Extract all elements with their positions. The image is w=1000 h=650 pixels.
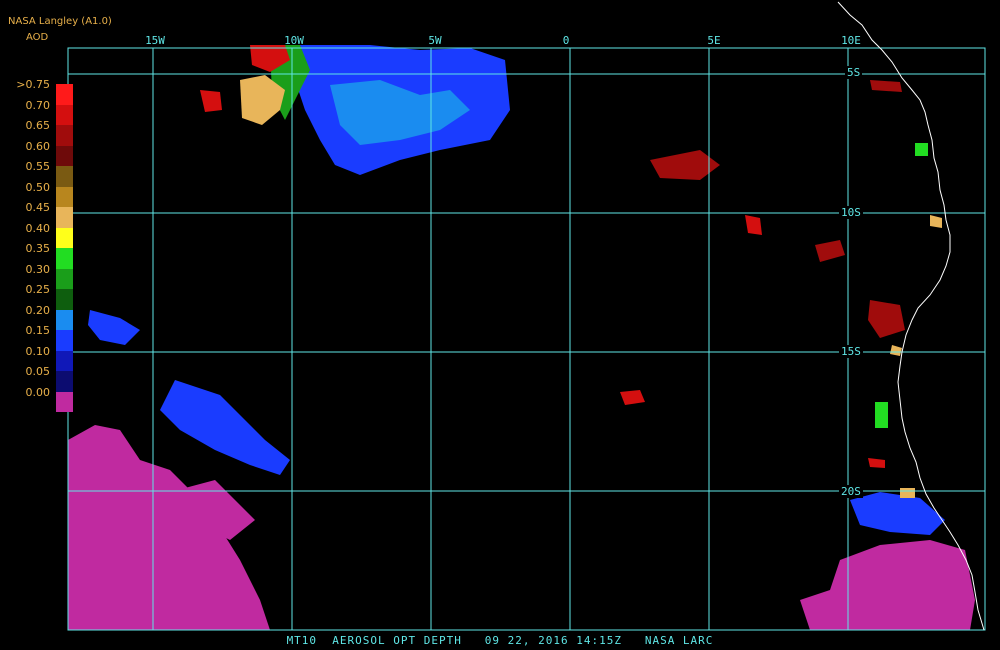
lon-label: 5E (707, 34, 721, 47)
legend-swatch (56, 84, 73, 105)
legend-swatch (56, 371, 73, 392)
legend-tick-label: 0.20 (25, 303, 51, 317)
legend-tick-label: 0.60 (25, 139, 51, 153)
lat-label: 15S (839, 345, 863, 358)
legend-tick-label: 0.05 (25, 365, 51, 378)
legend-tick-label: 0.40 (25, 221, 51, 235)
legend-tick-label: 0.15 (25, 324, 51, 337)
lat-label: 20S (839, 485, 863, 498)
lat-label: 10S (839, 206, 863, 219)
legend-swatch (56, 268, 73, 289)
aerosol-map (0, 0, 1000, 650)
legend-swatch (56, 350, 73, 371)
legend-tick-label: >0.75 (16, 78, 50, 91)
legend-swatch (56, 104, 73, 125)
legend-tick-label: 0.50 (25, 180, 51, 194)
lon-label: 15W (145, 34, 165, 47)
legend-swatch (56, 391, 73, 412)
legend-tick-label: 0.10 (25, 344, 51, 358)
legend-tick-label: 0.70 (25, 98, 51, 112)
legend-tick-label: 0.35 (25, 242, 51, 255)
legend-swatch (56, 207, 73, 228)
legend-swatch (56, 227, 73, 248)
lon-label: 0 (562, 34, 570, 47)
footer-caption: MT10 AEROSOL OPT DEPTH 09 22, 2016 14:15… (286, 634, 714, 647)
legend-tick-label: 0.55 (25, 160, 51, 173)
legend-tick-label: 0.00 (25, 385, 51, 399)
color-legend: >0.75 0.70 0.65 0.60 0.55 0.50 0.45 0.40 0.35 0.3… (0, 78, 80, 438)
unit-label: AOD (26, 32, 49, 43)
aod-green-region (915, 143, 928, 156)
lon-label: 10W (284, 34, 304, 47)
legend-swatch (56, 145, 73, 166)
lat-label: 5S (845, 66, 863, 79)
aod-green-region (875, 402, 888, 428)
legend-swatch (56, 166, 73, 187)
legend-swatch (56, 289, 73, 310)
legend-swatch (56, 186, 73, 207)
lon-label: 10E (841, 34, 861, 47)
legend-swatch (56, 125, 73, 146)
legend-tick-label: 0.65 (25, 119, 51, 132)
legend-tick-label: 0.30 (25, 262, 51, 276)
legend-swatch (56, 309, 73, 330)
lon-label: 5W (428, 34, 442, 47)
legend-tick-label: 0.45 (25, 201, 51, 214)
aod-tan-region (900, 488, 915, 498)
legend-swatch (56, 330, 73, 351)
product-title: NASA Langley (A1.0) (8, 16, 112, 27)
legend-tick-label: 0.25 (25, 283, 51, 296)
legend-swatch (56, 248, 73, 269)
